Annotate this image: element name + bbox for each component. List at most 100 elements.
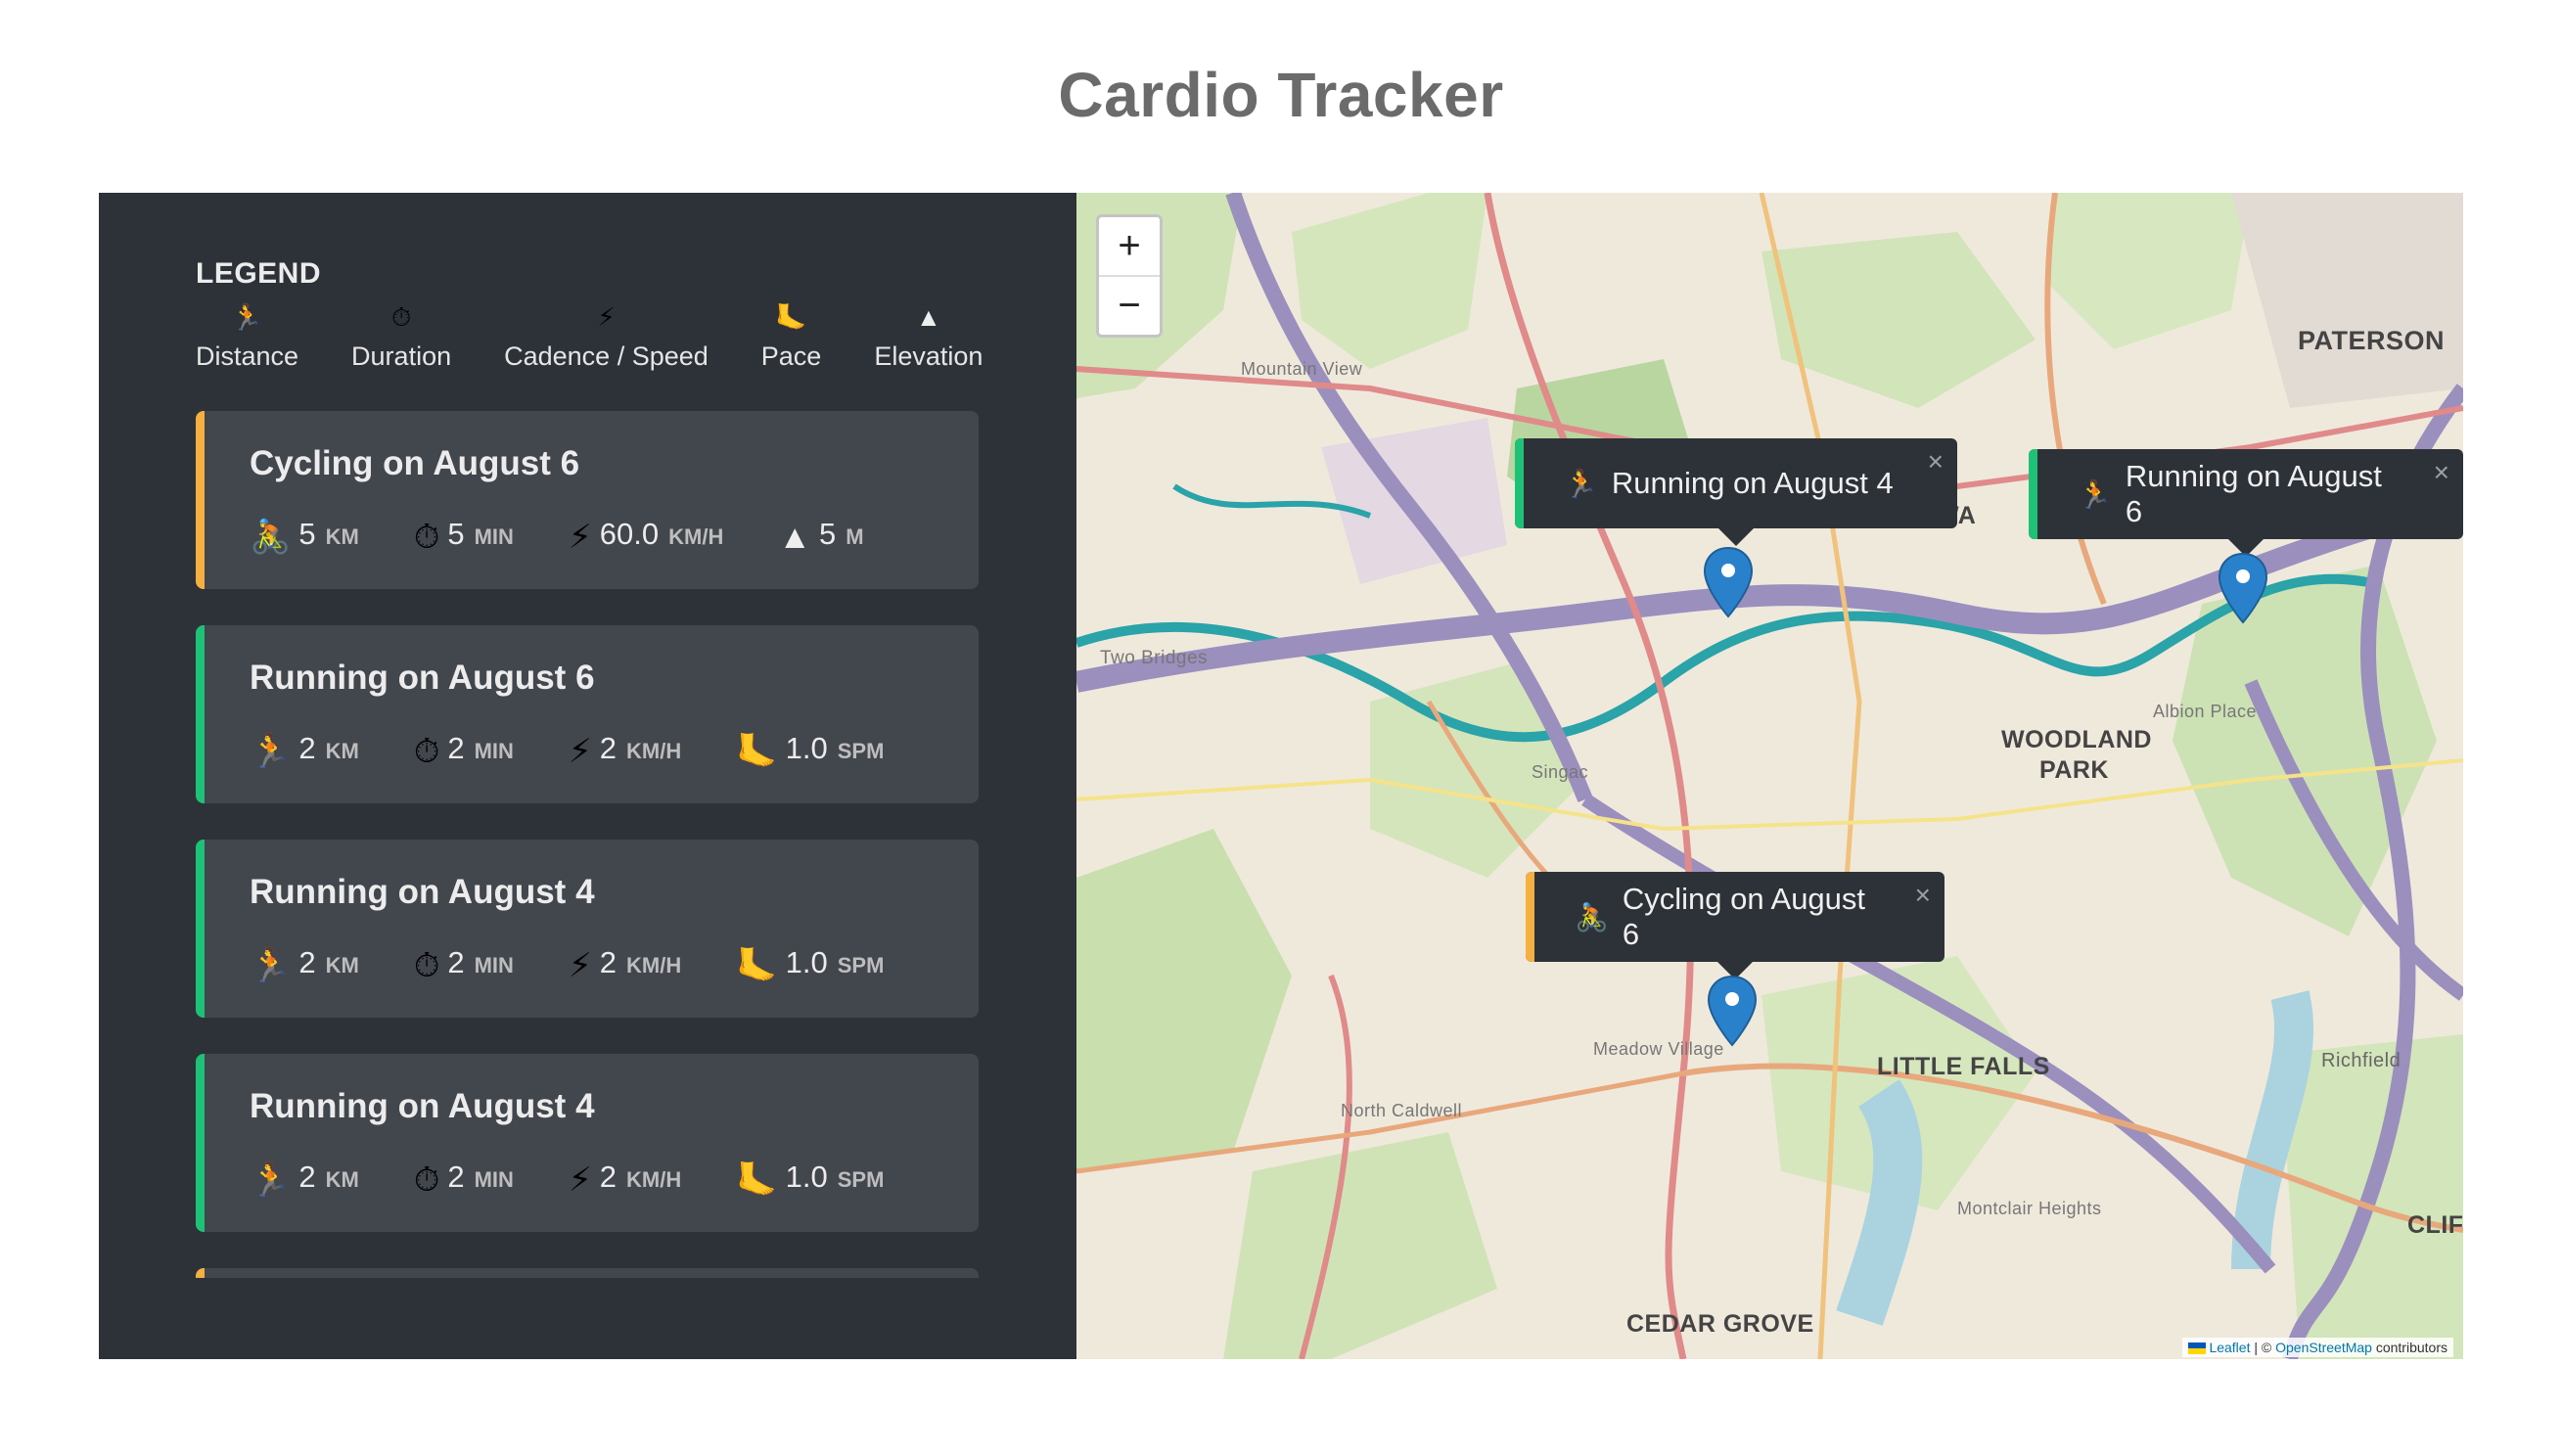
legend-item-duration: ⏱ Duration (351, 298, 451, 372)
popup-text: Cycling on August 6 (1622, 882, 1866, 951)
map-label: Singac (1532, 762, 1589, 782)
map-label: LITTLE FALLS (1877, 1053, 2050, 1080)
legend-label: Duration (351, 341, 452, 371)
map-label: PATERSON (2298, 326, 2446, 355)
bicycle-icon: 🚴 (250, 519, 292, 556)
map-popup[interactable]: 🏃 Running on August 6 × (2029, 449, 2463, 557)
map-label: CEDAR GROVE (1626, 1310, 1814, 1338)
app-container: LEGEND 🏃 Distance ⏱ Duration ⚡ Cadence /… (99, 193, 2463, 1359)
legend-label: Distance (196, 341, 299, 371)
workout-type-bar (196, 411, 205, 589)
stat-speed: ⚡ 2 KM/H (569, 728, 682, 770)
stat-value: 2 (447, 945, 465, 979)
zoom-in-button[interactable]: + (1099, 217, 1160, 277)
workout-type-bar (196, 840, 205, 1018)
legend: LEGEND 🏃 Distance ⏱ Duration ⚡ Cadence /… (196, 257, 983, 372)
popup-type-bar (1515, 438, 1524, 528)
legend-item-elevation: ▲ Elevation (874, 298, 983, 372)
map-label: Meadow Village (1593, 1039, 1724, 1059)
stat-value: 2 (298, 1160, 316, 1194)
stat-value: 5 (819, 517, 837, 551)
workout-type-bar (196, 1054, 205, 1232)
stat-value: 2 (298, 945, 316, 979)
workout-card[interactable]: Running on August 4 🏃 2 KM ⏱ 2 MIN ⚡ 2 K… (196, 840, 979, 1018)
legend-label: Cadence / Speed (504, 341, 709, 371)
attribution-tail: contributors (2371, 1340, 2448, 1355)
stat-value: 1.0 (785, 1160, 828, 1194)
map-label: Montclair Heights (1957, 1199, 2102, 1218)
stat-pace: 🦶 1.0 SPM (736, 728, 885, 770)
stat-unit: KM/H (626, 1167, 682, 1192)
stat-value: 60.0 (599, 517, 660, 551)
workout-type-bar (196, 625, 205, 803)
stat-unit: KM/H (626, 739, 682, 763)
popup-type-bar (1526, 872, 1534, 962)
workout-card[interactable]: Running on August 4 🏃 2 KM ⏱ 2 MIN ⚡ 2 K… (196, 1054, 979, 1232)
foot-icon: 🦶 (736, 947, 778, 984)
attribution-separator: | © (2250, 1340, 2276, 1355)
lightning-icon: ⚡ (597, 302, 616, 332)
legend-item-pace: 🦶 Pace (761, 298, 822, 372)
ukraine-flag-icon (2187, 1342, 2206, 1355)
popup-text: Running on August 6 (2125, 459, 2382, 528)
stat-pace: 🦶 1.0 SPM (736, 942, 885, 984)
stat-unit: MIN (474, 524, 514, 549)
map-marker-icon[interactable] (1707, 975, 1758, 1047)
legend-title: LEGEND (196, 257, 322, 290)
map-label: Richfield (2321, 1050, 2402, 1071)
close-icon[interactable]: × (1928, 446, 1944, 478)
stat-unit: KM/H (668, 524, 724, 549)
map-popup[interactable]: 🏃 Running on August 4 × (1515, 438, 1957, 546)
foot-icon: 🦶 (736, 733, 778, 770)
stat-value: 2 (447, 1160, 465, 1194)
map-popup[interactable]: 🚴 Cycling on August 6 × (1526, 872, 1944, 979)
map-label: WOODLAND (2001, 726, 2152, 753)
lightning-icon: ⚡ (568, 947, 592, 984)
close-icon[interactable]: × (1915, 880, 1931, 911)
zoom-out-button[interactable]: − (1099, 277, 1160, 335)
map-marker-icon[interactable] (1703, 546, 1754, 618)
popup-type-bar (2029, 449, 2037, 539)
workout-card[interactable]: Running on August 6 🏃 2 KM ⏱ 2 MIN ⚡ 2 K… (196, 625, 979, 803)
legend-label: Elevation (874, 341, 984, 371)
map-label: PARK (2039, 756, 2109, 784)
workout-title: Running on August 6 (250, 659, 595, 697)
leaflet-link[interactable]: Leaflet (2209, 1340, 2250, 1355)
stat-unit: KM (325, 739, 359, 763)
stat-speed: ⚡ 60.0 KM/H (569, 514, 724, 556)
stat-unit: SPM (837, 953, 885, 978)
stat-unit: SPM (837, 1167, 885, 1192)
lightning-icon: ⚡ (568, 733, 592, 770)
stat-value: 2 (599, 731, 618, 765)
stat-value: 5 (298, 517, 316, 551)
lightning-icon: ⚡ (568, 1161, 592, 1199)
mountain-icon: ▲ (778, 519, 812, 556)
stat-value: 1.0 (785, 731, 828, 765)
map[interactable]: PATERSON WOODLAND PARK LITTLE FALLS CEDA… (1076, 193, 2463, 1359)
legend-item-cadence-speed: ⚡ Cadence / Speed (504, 298, 709, 372)
close-icon[interactable]: × (2434, 457, 2449, 488)
stat-unit: SPM (837, 739, 885, 763)
mountain-icon: ▲ (916, 302, 941, 332)
workout-card[interactable]: Cycling on August 6 🚴 5 KM ⏱ 5 MIN ⚡ 60.… (196, 411, 979, 589)
map-label: CLIFT (2407, 1211, 2463, 1239)
map-marker-icon[interactable] (2218, 552, 2268, 624)
stat-unit: MIN (474, 1167, 514, 1192)
runner-icon: 🏃 (2078, 478, 2112, 510)
stat-unit: KM (325, 953, 359, 978)
stat-duration: ⏱ 2 MIN (414, 943, 514, 984)
stat-unit: KM (325, 524, 359, 549)
workout-title: Running on August 4 (250, 1087, 595, 1125)
workout-list[interactable]: Cycling on August 6 🚴 5 KM ⏱ 5 MIN ⚡ 60.… (196, 411, 979, 1278)
stat-distance: 🚴 5 KM (250, 514, 359, 556)
workout-card[interactable] (196, 1268, 979, 1278)
stat-value: 2 (447, 731, 465, 765)
foot-icon: 🦶 (736, 1161, 778, 1199)
osm-link[interactable]: OpenStreetMap (2275, 1340, 2372, 1355)
map-label: North Caldwell (1341, 1101, 1463, 1120)
stopwatch-icon: ⏱ (413, 519, 440, 556)
stat-speed: ⚡ 2 KM/H (569, 942, 681, 984)
stat-value: 1.0 (785, 945, 828, 979)
map-label: Albion Place (2153, 702, 2258, 721)
runner-icon: 🏃 (250, 947, 292, 984)
